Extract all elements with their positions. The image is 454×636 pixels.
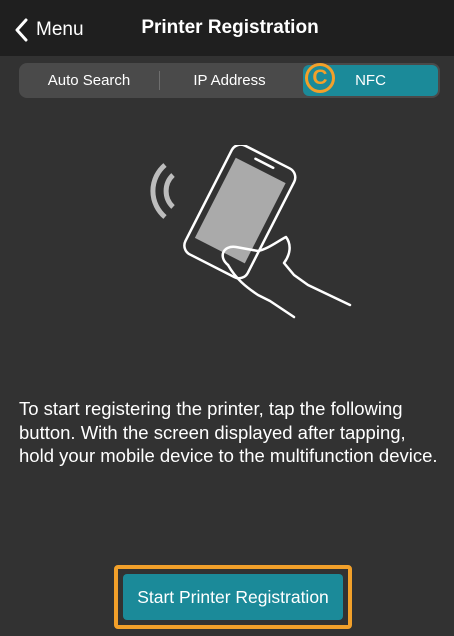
nav-bar: Menu Printer Registration: [0, 0, 454, 56]
start-registration-highlight: Start Printer Registration: [114, 565, 352, 629]
callout-badge: C: [305, 63, 335, 93]
instructions-text: To start registering the printer, tap th…: [19, 398, 438, 466]
start-printer-registration-button[interactable]: Start Printer Registration: [123, 574, 343, 620]
page-title: Printer Registration: [141, 17, 319, 38]
tab-auto-search[interactable]: Auto Search: [19, 63, 159, 98]
nfc-waves-icon: [150, 163, 175, 219]
tab-ip-address[interactable]: IP Address: [159, 63, 300, 98]
registration-method-tabs: Auto Search IP Address NFC: [19, 63, 440, 98]
nfc-illustration: [118, 143, 368, 320]
phone-in-hand-icon: [183, 143, 352, 319]
